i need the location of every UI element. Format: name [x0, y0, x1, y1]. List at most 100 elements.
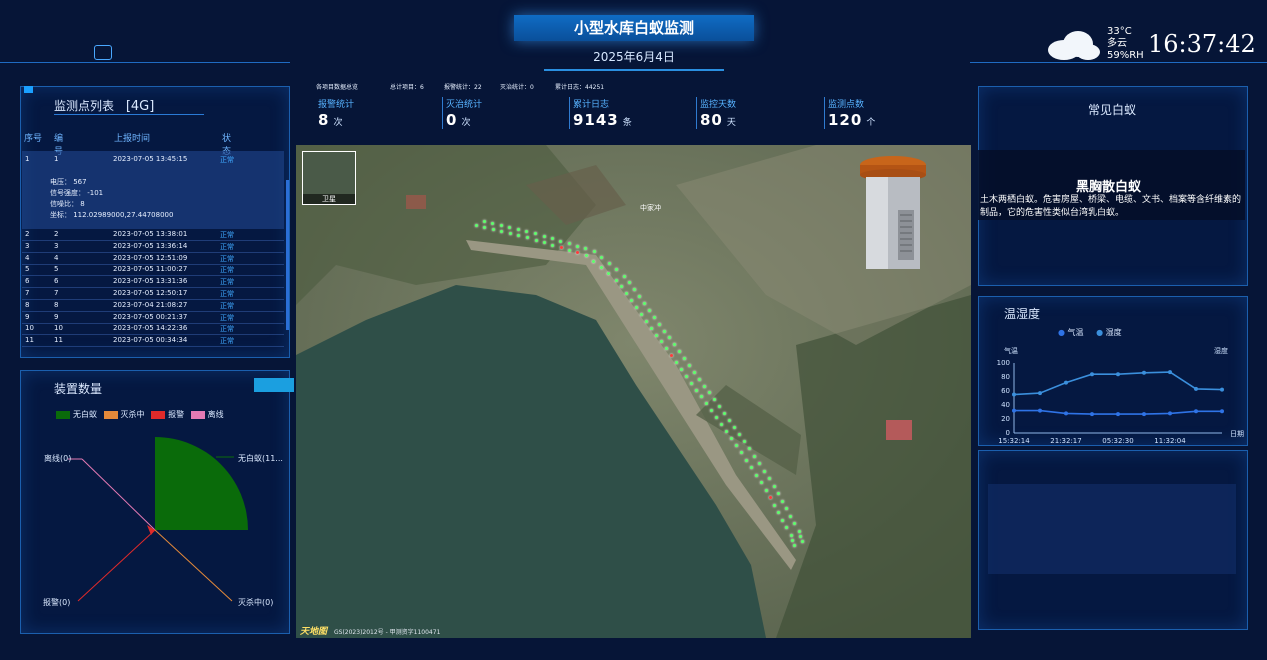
- monitor-point[interactable]: [749, 466, 753, 469]
- monitor-point[interactable]: [637, 295, 641, 299]
- monitor-point[interactable]: [657, 322, 661, 326]
- monitor-point[interactable]: [744, 458, 748, 462]
- monitor-point[interactable]: [542, 234, 546, 238]
- camera-icon[interactable]: [94, 45, 112, 60]
- monitor-point[interactable]: [764, 488, 768, 492]
- monitor-point[interactable]: [727, 418, 731, 422]
- row-status[interactable]: 正常: [220, 313, 234, 323]
- list-scrollbar[interactable]: [286, 180, 289, 330]
- table-row[interactable]: 9 9 2023-07-05 00:21:37 正常: [22, 312, 284, 324]
- row-status[interactable]: 正常: [220, 289, 234, 299]
- monitor-point[interactable]: [474, 223, 478, 227]
- monitor-point[interactable]: [742, 439, 746, 443]
- monitor-point[interactable]: [482, 219, 486, 223]
- row-status[interactable]: 正常: [220, 254, 234, 264]
- monitor-point[interactable]: [785, 526, 789, 529]
- legend-offline[interactable]: 离线: [190, 410, 224, 419]
- satellite-map[interactable]: 卫星 中家冲 天地图 GS(2023)2012号 - 甲测资字1100471: [296, 145, 971, 638]
- monitor-point[interactable]: [634, 306, 638, 309]
- monitor-point[interactable]: [692, 370, 696, 374]
- expanded-row[interactable]: 1 1 2023-07-05 13:45:15 正常 电压： 567 信号强度：…: [22, 151, 284, 229]
- monitor-point[interactable]: [542, 241, 546, 244]
- monitor-point[interactable]: [669, 354, 673, 358]
- monitor-point[interactable]: [550, 237, 554, 240]
- monitor-point[interactable]: [737, 432, 741, 436]
- monitor-point[interactable]: [592, 249, 596, 253]
- monitor-point[interactable]: [797, 529, 801, 533]
- monitor-point[interactable]: [576, 251, 580, 254]
- monitor-point[interactable]: [689, 381, 693, 385]
- monitor-point[interactable]: [649, 326, 653, 330]
- monitor-point[interactable]: [619, 285, 623, 289]
- monitor-point[interactable]: [654, 333, 658, 337]
- monitor-point[interactable]: [789, 514, 793, 518]
- monitor-point[interactable]: [759, 481, 763, 484]
- monitor-point[interactable]: [629, 299, 633, 303]
- monitor-point[interactable]: [600, 255, 603, 259]
- monitor-point[interactable]: [709, 409, 713, 413]
- monitor-point[interactable]: [729, 436, 733, 440]
- table-row[interactable]: 6 6 2023-07-05 13:31:36 正常: [22, 276, 284, 289]
- monitor-point[interactable]: [500, 229, 504, 233]
- monitor-point[interactable]: [624, 292, 628, 296]
- monitor-point[interactable]: [659, 340, 663, 344]
- row-status[interactable]: 正常: [220, 324, 234, 334]
- monitor-point[interactable]: [717, 405, 721, 409]
- table-row[interactable]: 10 10 2023-07-05 14:22:36 正常: [22, 323, 284, 336]
- monitor-point[interactable]: [712, 398, 716, 402]
- table-row[interactable]: 3 3 2023-07-05 13:36:14 正常: [22, 241, 284, 253]
- monitor-point[interactable]: [533, 232, 537, 236]
- monitor-point[interactable]: [491, 227, 495, 231]
- monitor-point[interactable]: [792, 543, 796, 547]
- legend-none[interactable]: 无白蚁: [56, 410, 97, 419]
- monitor-point[interactable]: [781, 518, 785, 522]
- monitor-point[interactable]: [672, 343, 676, 347]
- monitor-point[interactable]: [800, 539, 804, 543]
- legend-humidity[interactable]: ● 湿度: [1096, 328, 1122, 337]
- monitor-point[interactable]: [768, 496, 772, 499]
- monitor-point[interactable]: [584, 253, 588, 257]
- monitor-point[interactable]: [791, 538, 795, 542]
- satellite-toggle[interactable]: 卫星: [302, 151, 356, 205]
- monitor-point[interactable]: [517, 234, 521, 238]
- row-status[interactable]: 正常: [220, 277, 234, 287]
- monitor-point[interactable]: [664, 347, 668, 351]
- monitor-point[interactable]: [785, 507, 788, 510]
- monitor-point[interactable]: [687, 363, 691, 367]
- monitor-point[interactable]: [704, 402, 708, 406]
- table-row[interactable]: 8 8 2023-07-04 21:08:27 正常: [22, 300, 284, 312]
- monitor-point[interactable]: [684, 374, 688, 378]
- monitor-point[interactable]: [525, 230, 529, 234]
- monitor-point[interactable]: [677, 350, 681, 354]
- monitor-point[interactable]: [652, 315, 656, 319]
- monitor-point[interactable]: [647, 308, 651, 312]
- monitor-point[interactable]: [747, 447, 751, 450]
- legend-temp[interactable]: ● 气温: [1058, 328, 1084, 337]
- monitor-point[interactable]: [674, 361, 678, 364]
- monitor-point[interactable]: [525, 236, 529, 240]
- monitor-point[interactable]: [615, 268, 618, 272]
- monitor-point[interactable]: [679, 367, 683, 371]
- monitor-point[interactable]: [584, 247, 588, 250]
- monitor-point[interactable]: [516, 228, 520, 232]
- monitor-point[interactable]: [754, 473, 758, 477]
- monitor-point[interactable]: [772, 503, 776, 507]
- monitor-point[interactable]: [719, 422, 723, 426]
- legend-alarm[interactable]: 报警: [151, 410, 184, 419]
- monitor-point[interactable]: [734, 443, 738, 447]
- monitor-point[interactable]: [567, 242, 571, 245]
- monitor-point[interactable]: [639, 312, 643, 316]
- monitor-point[interactable]: [575, 244, 579, 248]
- monitor-point[interactable]: [642, 302, 646, 305]
- monitor-point[interactable]: [667, 336, 671, 340]
- monitor-point[interactable]: [567, 248, 571, 252]
- monitor-point[interactable]: [499, 223, 503, 227]
- monitor-point[interactable]: [799, 534, 803, 538]
- monitor-point[interactable]: [682, 357, 686, 360]
- monitor-point[interactable]: [644, 319, 648, 323]
- monitor-point[interactable]: [599, 266, 603, 269]
- table-row[interactable]: 4 4 2023-07-05 12:51:09 正常: [22, 253, 284, 265]
- monitor-point[interactable]: [534, 238, 538, 242]
- legend-killing[interactable]: 灭杀中: [103, 410, 145, 419]
- monitor-point[interactable]: [508, 232, 512, 236]
